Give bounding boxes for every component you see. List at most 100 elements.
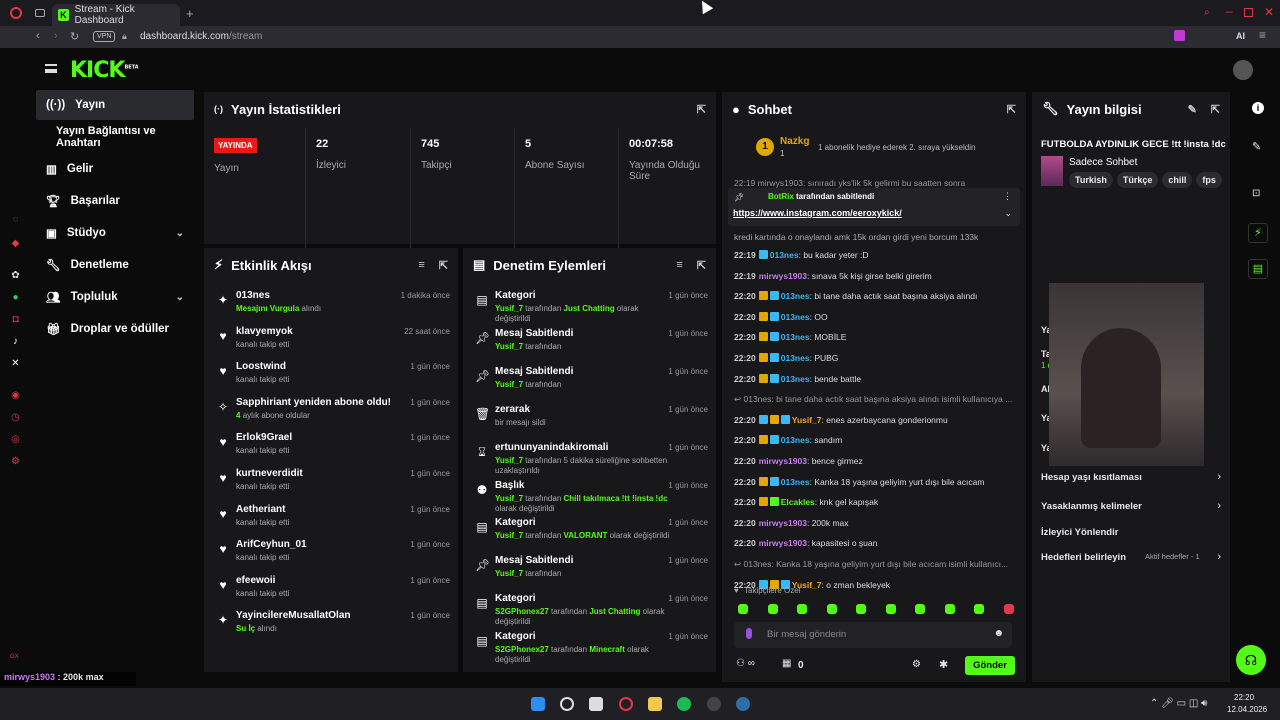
- chat-message[interactable]: 22:19 mirwys1903: sınava 5k kişi girse be…: [734, 271, 1016, 285]
- tag-chip[interactable]: fps: [1196, 172, 1222, 188]
- tag-chip[interactable]: chill: [1162, 172, 1193, 188]
- moderation-name[interactable]: Kategori: [495, 631, 536, 642]
- filter-icon[interactable]: ≡: [676, 259, 682, 272]
- chat-username[interactable]: 013nes: [781, 435, 810, 445]
- moderation-user[interactable]: Yusif_7: [495, 456, 523, 465]
- pinned-message[interactable]: 📌︎ BotRix tarafından sabitlendi https://…: [728, 188, 1020, 226]
- info-icon[interactable]: i: [1252, 102, 1264, 114]
- sidebar-bag-icon[interactable]: ◆: [10, 238, 21, 249]
- activity-name[interactable]: Sapphiriant yeniden abone oldu!: [236, 397, 391, 408]
- moderation-name[interactable]: Mesaj Sabitlendi: [495, 366, 573, 377]
- spotify-icon[interactable]: [677, 697, 691, 711]
- moderation-row[interactable]: 🗑︎ zerarak bir mesajı sildi 1 gün önce: [471, 404, 708, 440]
- moderation-user[interactable]: Yusif_7: [495, 531, 523, 540]
- nav-item-droplar[interactable]: 🎁︎ Droplar ve ödüller: [36, 314, 194, 344]
- activity-row[interactable]: ♥ Loostwind kanalı takip etti 1 gün önce: [212, 361, 450, 397]
- moderation-user[interactable]: Yusif_7: [495, 380, 523, 389]
- activity-row[interactable]: ♥ klavyemyok kanalı takip etti 22 saat önc…: [212, 326, 450, 362]
- moderation-name[interactable]: Kategori: [495, 517, 536, 528]
- steam-icon[interactable]: [736, 697, 750, 711]
- activity-name[interactable]: kurtneverdidit: [236, 468, 303, 479]
- chat-message[interactable]: 22:20 mirwys1903: bence girmez: [734, 456, 1016, 470]
- chat-message[interactable]: 22:20 mirwys1903: 200k max: [734, 518, 1016, 532]
- nav-item-gelir[interactable]: ▥ Gelir: [36, 154, 194, 184]
- moderation-user[interactable]: Yusif_7: [495, 494, 523, 503]
- setting-age[interactable]: Hesap yaşı kısıtlaması ›: [1041, 471, 1221, 487]
- activity-row[interactable]: ♥ ArifCeyhun_01 kanalı takip etti 1 gün ön…: [212, 539, 450, 575]
- activity-name[interactable]: ArifCeyhun_01: [236, 539, 307, 550]
- help-icon[interactable]: ☊: [1236, 645, 1266, 675]
- activity-row[interactable]: ♥ Aetheriant kanalı takip etti 1 gün önce: [212, 504, 450, 540]
- setting-banned-words[interactable]: Yasaklanmış kelimeler ›: [1041, 500, 1221, 516]
- moderation-row[interactable]: 📌︎ Mesaj Sabitlendi Yusif_7 tarafından 1 g…: [471, 366, 708, 402]
- sidebar-history-icon[interactable]: ◷: [10, 412, 21, 423]
- forward-icon[interactable]: ›: [54, 30, 58, 42]
- chat-message[interactable]: 22:19 013nes: bu kadar yeter :D: [734, 250, 1016, 264]
- clipboard-tool-icon[interactable]: ▤: [1248, 259, 1268, 279]
- chat-username[interactable]: 013nes: [781, 332, 810, 342]
- activity-row[interactable]: ✦ 013nes Mesajını Vurgula alındı 1 dakika ö…: [212, 290, 450, 326]
- url-field[interactable]: dashboard.kick.com/stream: [140, 31, 262, 42]
- explorer-icon[interactable]: [648, 697, 662, 711]
- chat-message[interactable]: 22:20 013nes: sandım: [734, 435, 1016, 449]
- nav-item-stream-key[interactable]: Yayın Bağlantısı ve Anahtarı: [36, 122, 194, 152]
- moderation-name[interactable]: ertununyanindakiromali: [495, 442, 608, 453]
- sidebar-x-icon[interactable]: ✕: [10, 358, 21, 369]
- activity-name[interactable]: 013nes: [236, 290, 270, 301]
- emoji-icon[interactable]: ☻: [993, 628, 1004, 639]
- nav-item-studyo[interactable]: ▣ Stüdyo ⌄: [36, 218, 194, 248]
- emote-icon[interactable]: [974, 604, 984, 614]
- obs-icon[interactable]: [707, 697, 721, 711]
- chat-username[interactable]: 013nes: [781, 312, 810, 322]
- clock-date[interactable]: 12.04.2026: [1227, 705, 1267, 714]
- moderation-name[interactable]: Mesaj Sabitlendi: [495, 328, 573, 339]
- store-icon[interactable]: ▦: [782, 658, 791, 669]
- pinned-link[interactable]: https://www.instagram.com/eeroxykick/: [733, 208, 902, 218]
- popout-icon[interactable]: ⇱: [1007, 103, 1016, 116]
- moderation-name[interactable]: zerarak: [495, 404, 530, 415]
- tag-chip[interactable]: Türkçe: [1116, 172, 1159, 188]
- chat-message[interactable]: 22:20 Yusif_7: enes azerbaycana gonderion…: [734, 414, 1016, 429]
- chat-username[interactable]: mirwys1903: [759, 271, 807, 281]
- emote-icon[interactable]: [738, 604, 748, 614]
- activity-row[interactable]: ✧ Sapphiriant yeniden abone oldu! 4 aylık …: [212, 397, 450, 433]
- extension-icon[interactable]: [1174, 30, 1185, 41]
- moderation-row[interactable]: 📌︎ Mesaj Sabitlendi Yusif_7 tarafından 1 g…: [471, 555, 708, 591]
- moderation-row[interactable]: ⚉ Başlık Yusif_7 tarafından Chill takılmac…: [471, 480, 708, 516]
- chat-username[interactable]: mirwys1903: [759, 518, 807, 528]
- minimize-icon[interactable]: –: [1226, 4, 1233, 18]
- popout-icon[interactable]: ⇱: [1211, 103, 1220, 116]
- chat-message[interactable]: 22:20 013nes: Kanka 18 yaşına geliyim yur…: [734, 476, 1016, 491]
- sidebar-instagram-icon[interactable]: ◘: [10, 314, 21, 325]
- chat-message[interactable]: 22:20 013nes: OO: [734, 311, 1016, 326]
- crop-icon[interactable]: ⊡: [1252, 188, 1260, 199]
- emote-icon[interactable]: [915, 604, 925, 614]
- nav-item-yayin[interactable]: ((·)) Yayın: [36, 90, 194, 120]
- search-icon[interactable]: ⌕: [1204, 7, 1210, 18]
- chat-input[interactable]: Bir mesaj gönderin ☻: [734, 622, 1012, 648]
- chat-username[interactable]: 013nes: [781, 353, 810, 363]
- clock-time[interactable]: 22:20: [1234, 693, 1254, 702]
- activity-name[interactable]: Aetheriant: [236, 504, 285, 515]
- close-icon[interactable]: ✕: [1264, 5, 1274, 19]
- moderation-row[interactable]: ▤ Kategori Yusif_7 tarafından Just Chattin…: [471, 290, 708, 326]
- chat-username[interactable]: 013nes: [781, 291, 810, 301]
- moderation-name[interactable]: Başlık: [495, 480, 524, 491]
- chat-message[interactable]: 22:20 013nes: bende battle: [734, 373, 1016, 388]
- chat-message[interactable]: 22:20 013nes: bi tane daha actık saat baş…: [734, 291, 1016, 305]
- moderation-row[interactable]: 📌︎ Mesaj Sabitlendi Yusif_7 tarafından 1 g…: [471, 328, 708, 364]
- activity-row[interactable]: ♥ kurtneverdidit kanalı takip etti 1 gün ö…: [212, 468, 450, 504]
- search-icon[interactable]: [560, 697, 574, 711]
- opera-taskbar-icon[interactable]: [619, 697, 633, 711]
- setting-raid[interactable]: İzleyici Yönlendir: [1041, 526, 1221, 542]
- settings-icon[interactable]: ⚙: [912, 659, 921, 670]
- activity-row[interactable]: ♥ Erlok9Grael kanalı takip etti 1 gün önce: [212, 432, 450, 468]
- sidebar-chatgpt-icon[interactable]: ✿: [10, 270, 21, 281]
- sidebar-whatsapp-icon[interactable]: ●: [10, 292, 21, 303]
- lightning-tool-icon[interactable]: ⚡︎: [1248, 223, 1268, 243]
- chat-username[interactable]: 013nes: [781, 477, 810, 487]
- emote-icon[interactable]: [856, 604, 866, 614]
- moderation-row[interactable]: ▤ Kategori S2GPhonex27 tarafından Just Cha…: [471, 593, 708, 629]
- chat-message[interactable]: 22:20 mirwys1903: kapasitesi o şuan: [734, 538, 1016, 552]
- popout-icon[interactable]: ⇱: [439, 259, 448, 272]
